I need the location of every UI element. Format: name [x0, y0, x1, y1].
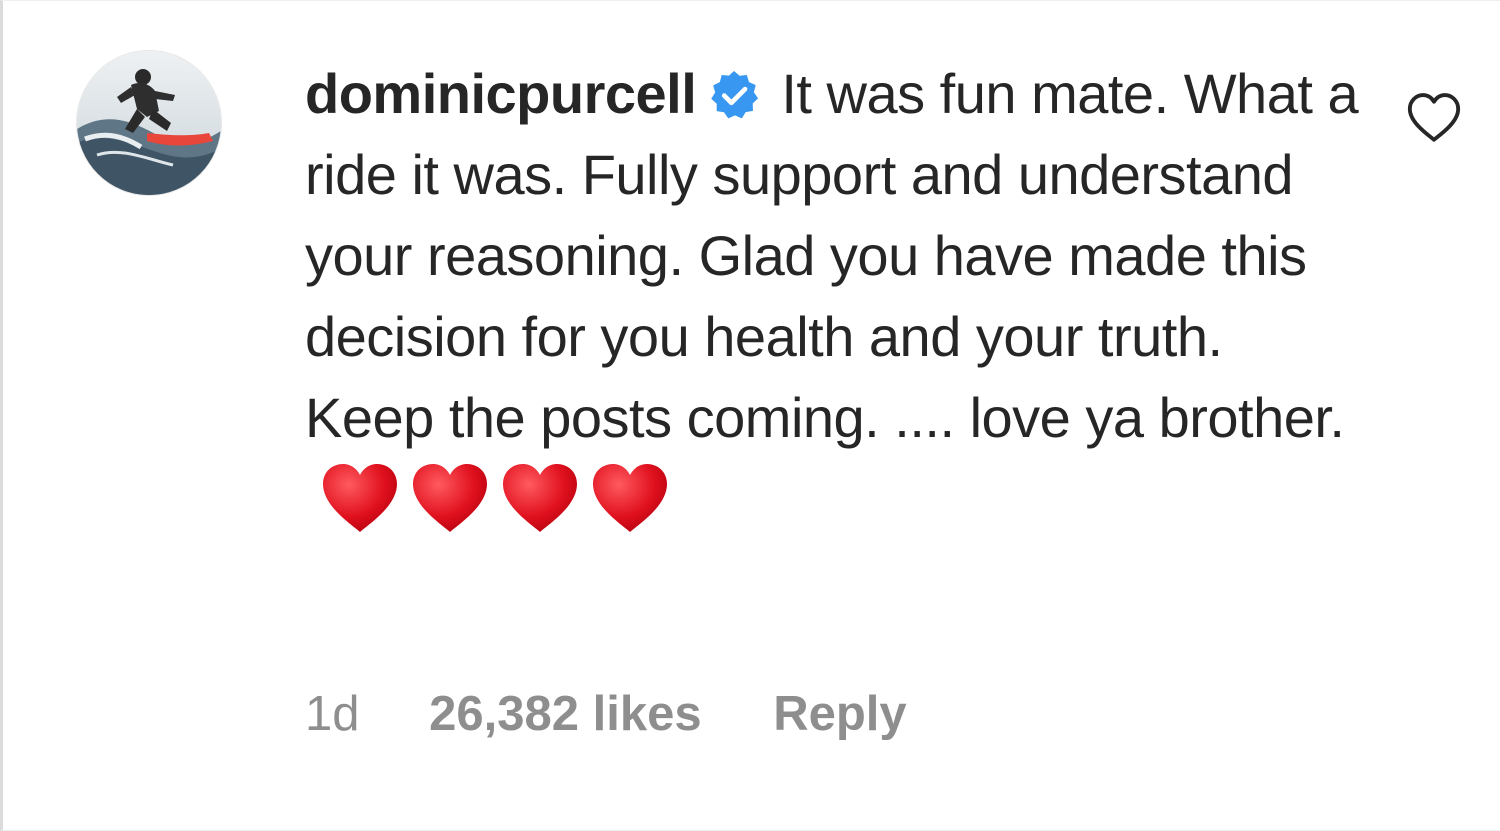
verified-badge-icon: [711, 70, 759, 119]
avatar-photo: [77, 51, 221, 195]
red-heart-emoji-icon: [503, 464, 577, 532]
heart-emoji-group: [321, 462, 681, 555]
comment-body: dominicpurcell It was fun mate. What a r…: [305, 53, 1365, 555]
comment-timestamp[interactable]: 1d: [305, 683, 360, 745]
red-heart-emoji-icon: [413, 464, 487, 532]
avatar[interactable]: [77, 51, 221, 195]
red-heart-emoji-icon: [323, 464, 397, 532]
reply-button[interactable]: Reply: [773, 683, 906, 745]
comment-likes-count[interactable]: 26,382 likes: [429, 683, 701, 745]
comment-meta: 1d 26,382 likes Reply: [305, 683, 907, 745]
comment-username[interactable]: dominicpurcell: [305, 62, 697, 125]
heart-outline-icon[interactable]: [1405, 89, 1463, 147]
comment-container: dominicpurcell It was fun mate. What a r…: [0, 0, 1500, 831]
red-heart-emoji-icon: [593, 464, 667, 532]
